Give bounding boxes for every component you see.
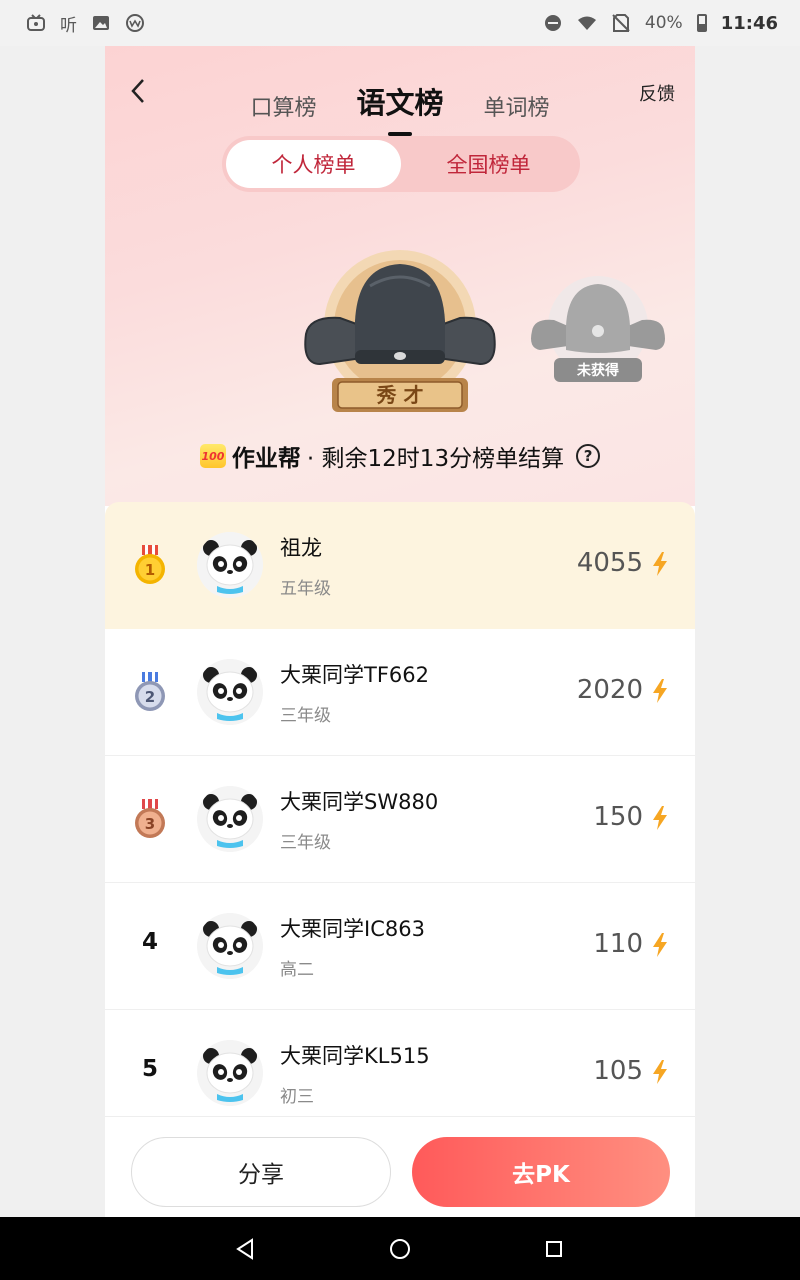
- badge-title: 秀 才: [376, 383, 424, 407]
- lightning-icon: [653, 552, 667, 576]
- rank-number: 1: [145, 561, 155, 579]
- student-score: 2020: [576, 675, 643, 705]
- locked-badge-label: 未获得: [577, 362, 619, 379]
- feedback-link[interactable]: 反馈: [639, 80, 675, 106]
- do-not-disturb-icon: [544, 15, 561, 31]
- panda-avatar: [197, 532, 263, 598]
- student-name: 大栗同学SW880: [280, 790, 439, 814]
- zuoyebang-logo-icon: 100: [199, 444, 226, 468]
- left-gutter: [0, 46, 105, 1217]
- leaderboard-row[interactable]: 3 大栗同学SW880 三年级 150: [105, 756, 695, 883]
- panda-avatar: [197, 1040, 263, 1106]
- national-ranking-tab[interactable]: 全国榜单: [401, 140, 576, 188]
- student-name: 祖龙: [280, 536, 322, 560]
- battery-percent: 40%: [644, 13, 683, 33]
- lightning-icon: [653, 933, 667, 957]
- student-name: 大栗同学IC863: [280, 917, 425, 941]
- system-nav-bar: [0, 1217, 800, 1280]
- wifi-icon: [577, 16, 596, 30]
- bottom-action-bar: 分享 去PK: [105, 1116, 695, 1217]
- right-gutter: [695, 46, 800, 1217]
- scope-switch: 个人榜单 全国榜单: [222, 136, 580, 192]
- rank-number: 5: [141, 1056, 158, 1082]
- lightning-icon: [653, 806, 667, 830]
- rank-number: 4: [141, 929, 158, 955]
- student-name: 大栗同学TF662: [280, 663, 429, 687]
- student-grade: 三年级: [280, 706, 331, 726]
- image-icon: [93, 16, 109, 30]
- tab-chinese[interactable]: 语文榜: [356, 80, 444, 136]
- status-right: 40% 11:46: [543, 13, 778, 34]
- leaderboard-row[interactable]: 1 祖龙 五年级 4055: [105, 502, 695, 629]
- lightning-icon: [653, 1060, 667, 1084]
- clock: 11:46: [720, 12, 778, 34]
- personal-ranking-tab[interactable]: 个人榜单: [226, 140, 401, 188]
- student-score: 105: [593, 1056, 643, 1086]
- tab-words[interactable]: 单词榜: [484, 90, 550, 126]
- brand-name: 作业帮: [231, 446, 301, 472]
- leaderboard-list: 1 祖龙 五年级 4055 2 大栗同学TF662 三年级 2020 3 大栗同…: [105, 502, 695, 1137]
- leaderboard-row[interactable]: 4 大栗同学IC863 高二 110: [105, 883, 695, 1010]
- nav-recents-icon[interactable]: [542, 1237, 566, 1261]
- student-score: 150: [593, 802, 643, 832]
- panda-avatar: [197, 786, 263, 852]
- student-grade: 五年级: [280, 579, 331, 599]
- student-grade: 初三: [280, 1087, 314, 1107]
- nav-home-icon[interactable]: [388, 1237, 412, 1261]
- panda-avatar: [197, 659, 263, 725]
- leaderboard-row[interactable]: 2 大栗同学TF662 三年级 2020: [105, 629, 695, 756]
- rank-medal-icon: 1: [135, 545, 165, 584]
- student-grade: 三年级: [280, 833, 331, 853]
- share-button[interactable]: 分享: [131, 1137, 391, 1207]
- rank-medal-icon: 2: [135, 672, 165, 711]
- lightning-icon: [653, 679, 667, 703]
- help-icon[interactable]: ?: [576, 444, 601, 468]
- status-left: 听: [26, 11, 145, 36]
- scholar-hat-badge: 秀 才: [304, 250, 496, 412]
- hero-section: 口算榜 语文榜 单词榜 反馈 个人榜单 全国榜单 秀 才 未获得 100 作业帮…: [105, 46, 695, 506]
- tv-icon: [27, 14, 45, 31]
- student-score: 4055: [576, 548, 643, 578]
- battery-icon: [696, 14, 707, 32]
- student-grade: 高二: [280, 960, 314, 980]
- student-score: 110: [593, 929, 643, 959]
- app-notification-icon: [126, 14, 144, 32]
- status-bar: 听 40% 11:46: [0, 0, 800, 46]
- panda-avatar: [197, 913, 263, 979]
- listen-indicator: 听: [60, 15, 77, 36]
- nav-back-icon[interactable]: [234, 1237, 258, 1261]
- rank-number: 2: [145, 688, 155, 706]
- pk-button[interactable]: 去PK: [412, 1137, 670, 1207]
- no-sim-icon: [612, 14, 630, 32]
- ranking-tabs: 口算榜 语文榜 单词榜: [105, 76, 695, 136]
- rank-medal-icon: 3: [135, 799, 165, 838]
- countdown-text: · 剩余12时13分榜单结算: [306, 446, 565, 472]
- tab-arithmetic[interactable]: 口算榜: [250, 90, 316, 126]
- rank-number: 3: [145, 815, 155, 833]
- locked-hat-badge: 未获得: [531, 276, 665, 382]
- student-name: 大栗同学KL515: [280, 1044, 430, 1068]
- settlement-notice: 100 作业帮 · 剩余12时13分榜单结算 ?: [105, 436, 695, 476]
- leaderboard-screen: 口算榜 语文榜 单词榜 反馈 个人榜单 全国榜单 秀 才 未获得 100 作业帮…: [105, 46, 695, 1217]
